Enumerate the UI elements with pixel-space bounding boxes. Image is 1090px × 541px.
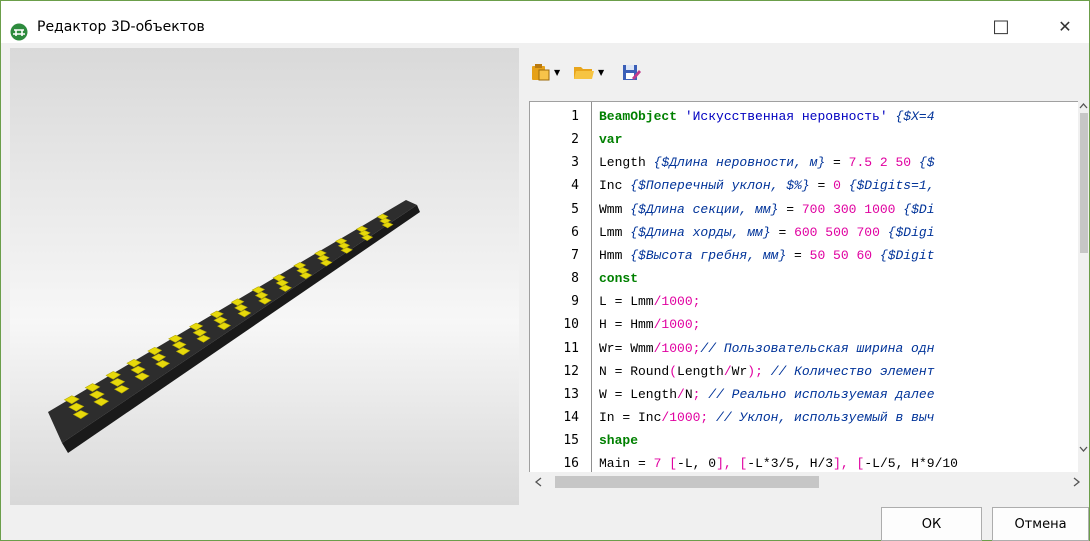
code-line: W = Length/N; // Реально используемая да… bbox=[599, 386, 935, 402]
paste-button[interactable]: ▼ bbox=[531, 62, 560, 82]
line-number: 16 bbox=[563, 456, 579, 472]
line-number: 8 bbox=[571, 271, 579, 287]
code-line: shape bbox=[599, 433, 639, 449]
speed-bump-model bbox=[48, 200, 420, 453]
line-number: 3 bbox=[571, 155, 579, 171]
code-line: Hmm {$Высота гребня, мм} = 50 50 60 {$Di… bbox=[599, 247, 935, 263]
scroll-up-icon bbox=[1079, 103, 1088, 109]
dialog-window: Редактор 3D-объектов □ ✕ ▼ ▼ 1 2 3 4 5 6… bbox=[0, 0, 1090, 541]
line-number: 5 bbox=[571, 201, 579, 217]
line-number: 1 bbox=[571, 109, 579, 124]
code-editor[interactable]: 1 2 3 4 5 6 7 8 9 10 11 12 13 14 15 16 BeamObject 'Иску… bbox=[529, 101, 1079, 486]
code-line: N = Round(Length/Wr); // Количество элем… bbox=[599, 363, 935, 379]
code-line: H = Hmm/1000; bbox=[599, 317, 701, 333]
code-line: Main = 7 [-L, 0], [-L*3/5, H/3], [-L/5, … bbox=[599, 456, 958, 472]
code-line: Length {$Длина неровности, м} = 7.5 2 50… bbox=[599, 155, 935, 171]
editor-toolbar: ▼ ▼ bbox=[525, 48, 1089, 92]
window-title: Редактор 3D-объектов bbox=[37, 19, 205, 35]
line-number: 11 bbox=[563, 340, 579, 356]
code-text[interactable]: BeamObject 'Искусственная неровность' {$… bbox=[599, 102, 1078, 485]
3d-viewport[interactable] bbox=[10, 48, 519, 505]
scrollbar-thumb bbox=[1080, 113, 1088, 253]
line-number: 6 bbox=[571, 224, 579, 240]
close-icon: ✕ bbox=[1058, 16, 1072, 36]
title-bar: Редактор 3D-объектов □ ✕ bbox=[1, 1, 1089, 43]
line-number: 15 bbox=[563, 433, 579, 449]
code-line: Wmm {$Длина секции, мм} = 700 300 1000 {… bbox=[599, 201, 935, 217]
code-line: BeamObject 'Искусственная неровность' {$… bbox=[599, 109, 935, 124]
code-line: In = Inc/1000; // Уклон, используемый в … bbox=[599, 409, 935, 425]
line-number: 10 bbox=[563, 317, 579, 333]
scroll-down-icon bbox=[1079, 446, 1088, 452]
code-line: Wr= Wmm/1000;// Пользовательская ширина … bbox=[599, 340, 935, 356]
horizontal-scrollbar[interactable] bbox=[525, 472, 1089, 492]
line-number: 2 bbox=[571, 132, 579, 148]
code-line: Lmm {$Длина хорды, мм} = 600 500 700 {$D… bbox=[599, 224, 935, 240]
scroll-left-icon bbox=[534, 477, 542, 487]
cancel-button[interactable]: Отмена bbox=[992, 507, 1089, 541]
line-number: 12 bbox=[563, 363, 579, 379]
open-button[interactable]: ▼ bbox=[573, 62, 604, 82]
chevron-down-icon[interactable]: ▼ bbox=[554, 68, 560, 77]
code-line: Inc {$Поперечный уклон, $%} = 0 {$Digits… bbox=[599, 178, 935, 194]
line-number: 14 bbox=[563, 409, 579, 425]
chevron-down-icon[interactable]: ▼ bbox=[598, 68, 604, 77]
close-button[interactable]: ✕ bbox=[1042, 9, 1088, 43]
paste-icon bbox=[532, 64, 550, 81]
code-line: L = Lmm/1000; bbox=[599, 294, 701, 310]
line-number: 7 bbox=[571, 247, 579, 263]
save-button[interactable] bbox=[621, 62, 641, 82]
code-editor-panel: ▼ ▼ 1 2 3 4 5 6 7 8 9 10 11 12 13 14 15 16 Beam bbox=[525, 48, 1089, 505]
line-number: 13 bbox=[563, 386, 579, 402]
ok-button[interactable]: ОК bbox=[881, 507, 982, 541]
h-scrollbar-thumb bbox=[555, 476, 819, 488]
line-number: 4 bbox=[571, 178, 579, 194]
code-line: const bbox=[599, 271, 639, 287]
code-line: var bbox=[599, 132, 623, 148]
open-folder-icon bbox=[574, 67, 594, 79]
maximize-icon: □ bbox=[992, 15, 1010, 37]
maximize-button[interactable]: □ bbox=[978, 9, 1024, 43]
save-edit-icon bbox=[623, 65, 641, 80]
line-number-gutter: 1 2 3 4 5 6 7 8 9 10 11 12 13 14 15 16 bbox=[530, 102, 592, 485]
scroll-right-icon bbox=[1073, 477, 1081, 487]
line-number: 9 bbox=[571, 294, 579, 310]
vertical-scrollbar[interactable] bbox=[1078, 101, 1089, 484]
app-icon bbox=[10, 23, 28, 41]
